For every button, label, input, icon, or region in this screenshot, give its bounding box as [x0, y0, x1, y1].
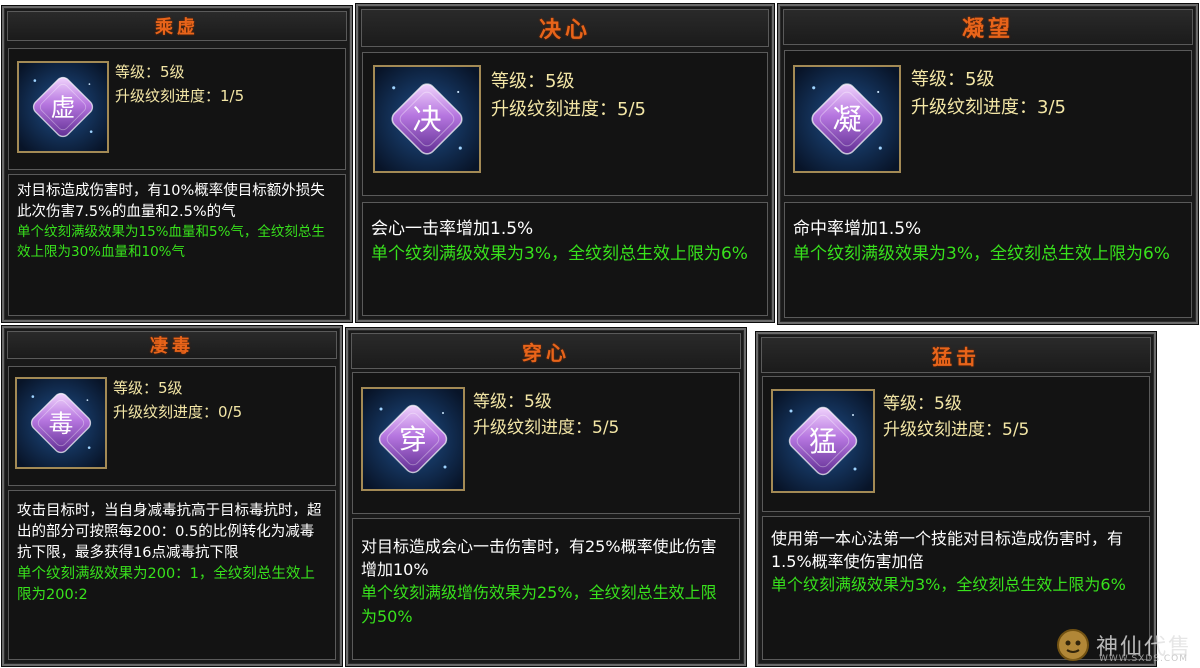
rune-gem-graphic: 毒	[17, 379, 105, 467]
rune-max-effect-text: 单个纹刻满级效果为3%，全纹刻总生效上限为6%	[371, 243, 748, 264]
rune-info-box: 穿 等级：5级 升级纹刻进度：5/5	[352, 372, 740, 514]
rune-progress: 升级纹刻进度：0/5	[113, 403, 243, 421]
rune-description: 对目标造成会心一击伤害时，有25%概率使此伤害增加10% 单个纹刻满级增伤效果为…	[352, 518, 740, 660]
panel-title: 猛击	[761, 337, 1151, 373]
rune-info-box: 决 等级：5级 升级纹刻进度：5/5	[362, 52, 768, 196]
rune-gem-character: 凝	[832, 102, 861, 136]
rune-gem-character: 虚	[51, 93, 76, 122]
watermark: 神仙代售 WWW.SXDS.COM	[1056, 628, 1192, 664]
rune-icon[interactable]: 穿	[361, 387, 465, 491]
rune-level: 等级：5级	[115, 63, 185, 81]
rune-progress: 升级纹刻进度：5/5	[473, 418, 620, 438]
watermark-url: WWW.SXDS.COM	[1098, 654, 1188, 664]
rune-icon[interactable]: 毒	[15, 377, 107, 469]
rune-progress: 升级纹刻进度：3/5	[911, 97, 1066, 118]
rune-description: 会心一击率增加1.5% 单个纹刻满级效果为3%，全纹刻总生效上限为6%	[362, 202, 768, 316]
rune-info-box: 毒 等级：5级 升级纹刻进度：0/5	[8, 366, 336, 486]
rune-effect-text: 命中率增加1.5%	[793, 219, 922, 239]
rune-description: 攻击目标时，当自身减毒抗高于目标毒抗时，超出的部分可按照每200：0.5的比例转…	[8, 490, 336, 660]
rune-gem-graphic: 凝	[795, 67, 899, 171]
rune-effect-text: 对目标造成伤害时，有10%概率使目标额外损失此次伤害7.5%的血量和2.5%的气	[17, 183, 325, 221]
rune-max-effect-text: 单个纹刻满级效果为200：1，全纹刻总生效上限为200:2	[17, 566, 315, 604]
rune-info-box: 虚 等级：5级 升级纹刻进度：1/5	[8, 48, 346, 170]
rune-gem-graphic: 虚	[19, 63, 107, 151]
panel-title: 凄毒	[7, 331, 337, 359]
rune-max-effect-text: 单个纹刻满级效果为15%血量和5%气，全纹刻总生效上限为30%血量和10%气	[17, 224, 325, 260]
rune-panel-qidu: 凄毒 毒 等级：5级 升级纹刻进度：0/5 攻击目标时，当自身减毒抗高于目标毒抗…	[2, 326, 342, 666]
rune-effect-text: 使用第一本心法第一个技能对目标造成伤害时，有1.5%概率使伤害加倍	[771, 529, 1124, 572]
rune-gem-character: 决	[412, 102, 441, 136]
rune-info-box: 凝 等级：5级 升级纹刻进度：3/5	[784, 50, 1192, 196]
rune-level: 等级：5级	[883, 394, 962, 414]
rune-max-effect-text: 单个纹刻满级效果为3%，全纹刻总生效上限为6%	[771, 575, 1126, 595]
rune-level: 等级：5级	[113, 379, 183, 397]
panel-title: 穿心	[351, 333, 741, 369]
rune-progress: 升级纹刻进度：5/5	[883, 420, 1030, 440]
rune-panel-juexin: 决心 决 等级：5级 升级纹刻进度：5/5 会心一击率增加1.5% 单个纹刻满级…	[356, 4, 774, 322]
rune-gem-character: 毒	[49, 409, 74, 438]
rune-gem-graphic: 决	[375, 67, 479, 171]
rune-gem-graphic: 猛	[773, 391, 873, 491]
rune-panel-ningwang: 凝望 凝 等级：5级 升级纹刻进度：3/5 命中率增加1.5% 单个纹刻满级效果…	[778, 4, 1198, 324]
rune-icon[interactable]: 猛	[771, 389, 875, 493]
rune-gem-graphic: 穿	[363, 389, 463, 489]
rune-effect-text: 攻击目标时，当自身减毒抗高于目标毒抗时，超出的部分可按照每200：0.5的比例转…	[17, 503, 322, 562]
panel-title: 乘虚	[7, 11, 347, 41]
panel-title: 凝望	[783, 9, 1193, 45]
rune-icon[interactable]: 虚	[17, 61, 109, 153]
rune-max-effect-text: 单个纹刻满级增伤效果为25%，全纹刻总生效上限为50%	[361, 583, 717, 626]
rune-panel-chuanxin: 穿心 穿 等级：5级 升级纹刻进度：5/5 对目标造成会心一击伤害时，有25%概…	[346, 328, 746, 666]
rune-info-box: 猛 等级：5级 升级纹刻进度：5/5	[762, 376, 1150, 512]
rune-description: 对目标造成伤害时，有10%概率使目标额外损失此次伤害7.5%的血量和2.5%的气…	[8, 174, 346, 316]
rune-panel-chengxu: 乘虚 虚 等级：5级 升级纹刻进度：1/5 对目标造成伤害时，有10%概率使目标…	[2, 6, 352, 322]
rune-max-effect-text: 单个纹刻满级效果为3%，全纹刻总生效上限为6%	[793, 243, 1170, 264]
panel-title: 决心	[361, 9, 769, 47]
rune-description: 命中率增加1.5% 单个纹刻满级效果为3%，全纹刻总生效上限为6%	[784, 202, 1192, 318]
rune-panel-mengji: 猛击 猛 等级：5级 升级纹刻进度：5/5 使用第一本心法第一个技能对目标造成伤…	[756, 332, 1156, 666]
rune-icon[interactable]: 决	[373, 65, 481, 173]
rune-level: 等级：5级	[911, 69, 995, 90]
rune-progress: 升级纹刻进度：1/5	[115, 87, 245, 105]
rune-gem-character: 穿	[399, 423, 427, 456]
rune-effect-text: 会心一击率增加1.5%	[371, 219, 534, 239]
rune-effect-text: 对目标造成会心一击伤害时，有25%概率使此伤害增加10%	[361, 537, 717, 580]
rune-gem-character: 猛	[809, 425, 837, 458]
rune-icon[interactable]: 凝	[793, 65, 901, 173]
rune-level: 等级：5级	[473, 392, 552, 412]
watermark-mascot-icon	[1056, 629, 1089, 661]
rune-progress: 升级纹刻进度：5/5	[491, 99, 646, 120]
rune-level: 等级：5级	[491, 71, 575, 92]
